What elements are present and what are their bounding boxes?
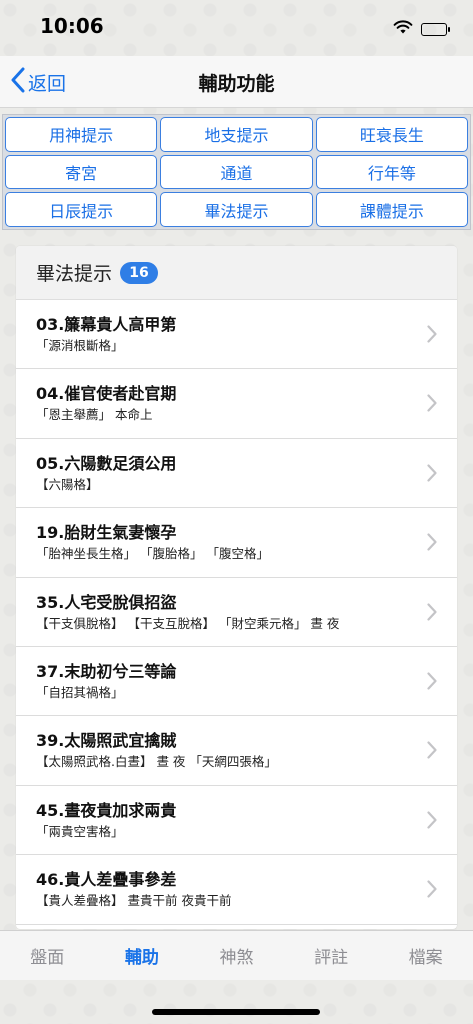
list-item[interactable]: 04.催官使者赴官期 「恩主舉薦」 本命上 [16,369,457,439]
item-subtitle: 【干支俱脫格】 【干支互脫格】 「財空乘元格」 晝 夜 [36,615,340,631]
chevron-right-icon [427,325,437,347]
item-subtitle: 【太陽照武格.白晝】 晝 夜 「天網四張格」 [36,754,277,770]
tab-deities[interactable]: 神煞 [189,931,284,980]
list-item[interactable]: 46.貴人差疊事參差 【貴人差疊格】 晝貴干前 夜貴干前 [16,855,457,925]
chevron-right-icon [427,464,437,486]
status-icons [393,20,450,39]
grid-button-prosperity[interactable]: 旺衰長生 [315,117,468,152]
count-badge: 16 [120,261,159,284]
item-title: 05.六陽數足須公用 [36,453,177,473]
grid-button-lesson-hint[interactable]: 課體提示 [315,192,468,227]
list-item[interactable]: 05.六陽數足須公用 【六陽格】 [16,438,457,509]
list-item[interactable]: 19.胎財生氣妻懷孕 「胎神坐長生格」 「腹胎格」 「腹空格」 [16,508,457,578]
list-item[interactable]: 35.人宅受脫俱招盜 【干支俱脫格】 【干支互脫格】 「財空乘元格」 晝 夜 [16,577,457,647]
item-title: 19.胎財生氣妻懷孕 [36,523,177,543]
chevron-right-icon [427,741,437,763]
item-title: 35.人宅受脫俱招盜 [36,592,177,612]
item-title: 39.太陽照武宜擒賊 [36,731,177,751]
list-item[interactable]: 37.末助初兮三等論 「自招其禍格」 [16,646,457,717]
grid-button-useful-god[interactable]: 用神提示 [5,117,158,152]
item-subtitle: 「源消根斷格」 [36,338,124,353]
item-subtitle: 「恩主舉薦」 本命上 [36,407,153,423]
chevron-right-icon [427,602,437,625]
tab-files[interactable]: 檔案 [378,931,473,980]
item-title: 46.貴人差疊事參差 [36,870,177,890]
item-subtitle: 「自招其禍格」 [36,684,124,700]
function-button-grid: 用神提示 地支提示 旺衰長生 寄宮 通道 行年等 日辰提示 畢法提示 課體提示 [2,114,471,230]
status-bar: 10:06 [0,0,473,56]
tab-board[interactable]: 盤面 [0,931,95,980]
chevron-right-icon [427,811,437,833]
home-indicator [152,1009,320,1015]
nav-bar: 返回 輔助功能 [0,56,473,108]
chevron-right-icon [427,880,437,902]
chevron-right-icon [427,394,437,416]
grid-button-annual[interactable]: 行年等 [315,154,468,190]
tab-auxiliary[interactable]: 輔助 [95,931,190,980]
grid-button-channel[interactable]: 通道 [160,154,313,190]
list-item[interactable]: 39.太陽照武宜擒賊 【太陽照武格.白晝】 晝 夜 「天網四張格」 [16,716,457,786]
tab-notes[interactable]: 評註 [284,931,379,980]
chevron-right-icon [427,533,437,555]
grid-button-bifa-hint[interactable]: 畢法提示 [160,192,313,227]
list-header: 畢法提示 16 [16,246,457,300]
list-item[interactable]: 45.晝夜貴加求兩貴 「兩貴空害格」 [16,785,457,856]
battery-icon [421,23,450,36]
grid-button-day-hint[interactable]: 日辰提示 [5,192,158,227]
item-subtitle: 「胎神坐長生格」 「腹胎格」 「腹空格」 [36,546,269,562]
tab-bar: 盤面 輔助 神煞 評註 檔案 [0,930,473,980]
status-time: 10:06 [40,14,104,38]
page-title: 輔助功能 [198,73,275,95]
item-title: 03.簾幕貴人高甲第 [36,315,177,334]
item-subtitle: 「兩貴空害格」 [36,823,124,839]
item-title: 37.末助初兮三等論 [36,661,177,681]
grid-button-lodging-palace[interactable]: 寄宮 [5,154,158,190]
item-subtitle: 【六陽格】 [36,476,99,492]
grid-button-earthly-branch[interactable]: 地支提示 [160,117,313,152]
wifi-icon [393,20,413,39]
list-title: 畢法提示 [36,263,113,285]
item-title: 04.催官使者赴官期 [36,384,177,404]
list-item[interactable]: 03.簾幕貴人高甲第 「源消根斷格」 [16,300,457,370]
chevron-right-icon [427,672,437,694]
item-title: 45.晝夜貴加求兩貴 [36,800,177,820]
bifa-list-card: 畢法提示 16 03.簾幕貴人高甲第 「源消根斷格」 04.催官使者赴官期 「恩… [16,246,457,929]
item-subtitle: 【貴人差疊格】 晝貴干前 夜貴干前 [36,893,232,909]
